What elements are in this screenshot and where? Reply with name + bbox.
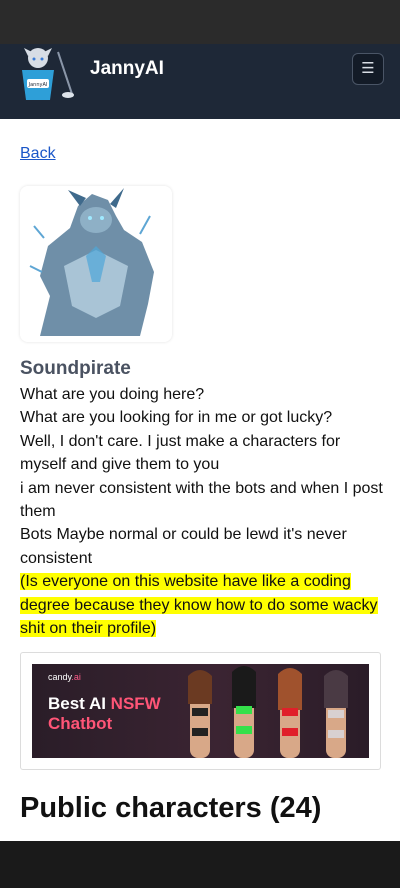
back-link[interactable]: Back: [20, 145, 56, 163]
creator-bio: What are you doing here? What are you lo…: [20, 383, 385, 640]
bio-line: i am never consistent with the bots and …: [20, 479, 383, 521]
ad-figures-image: [172, 664, 369, 758]
bio-line: What are you looking for in me or got lu…: [20, 409, 333, 427]
jannyai-logo[interactable]: JannyAI: [18, 46, 76, 102]
public-characters-heading: Public characters (24): [20, 792, 322, 824]
creator-username: Soundpirate: [20, 358, 131, 379]
ad-brand: candy.ai: [48, 672, 81, 682]
navbar: JannyAI JannyAI ☰: [0, 44, 400, 119]
menu-button[interactable]: ☰: [352, 53, 384, 85]
ad-title: Best AI NSFW Chatbot: [48, 694, 161, 733]
hamburger-icon: ☰: [361, 60, 375, 77]
bio-line: What are you doing here?: [20, 386, 205, 403]
ad-banner[interactable]: candy.ai Best AI NSFW Chatbot: [32, 664, 369, 758]
ad-container: candy.ai Best AI NSFW Chatbot: [20, 652, 381, 770]
bottom-system-bar: [0, 841, 400, 888]
logo-text: JannyAI: [28, 82, 48, 88]
bio-line: Well, I don't care. I just make a charac…: [20, 432, 341, 474]
bio-highlight: (Is everyone on this website have like a…: [20, 573, 378, 638]
top-status-strip: [0, 0, 400, 44]
brand-name[interactable]: JannyAI: [90, 58, 164, 80]
bio-line: Bots Maybe normal or could be lewd it's …: [20, 526, 347, 567]
creator-avatar: [20, 186, 172, 342]
